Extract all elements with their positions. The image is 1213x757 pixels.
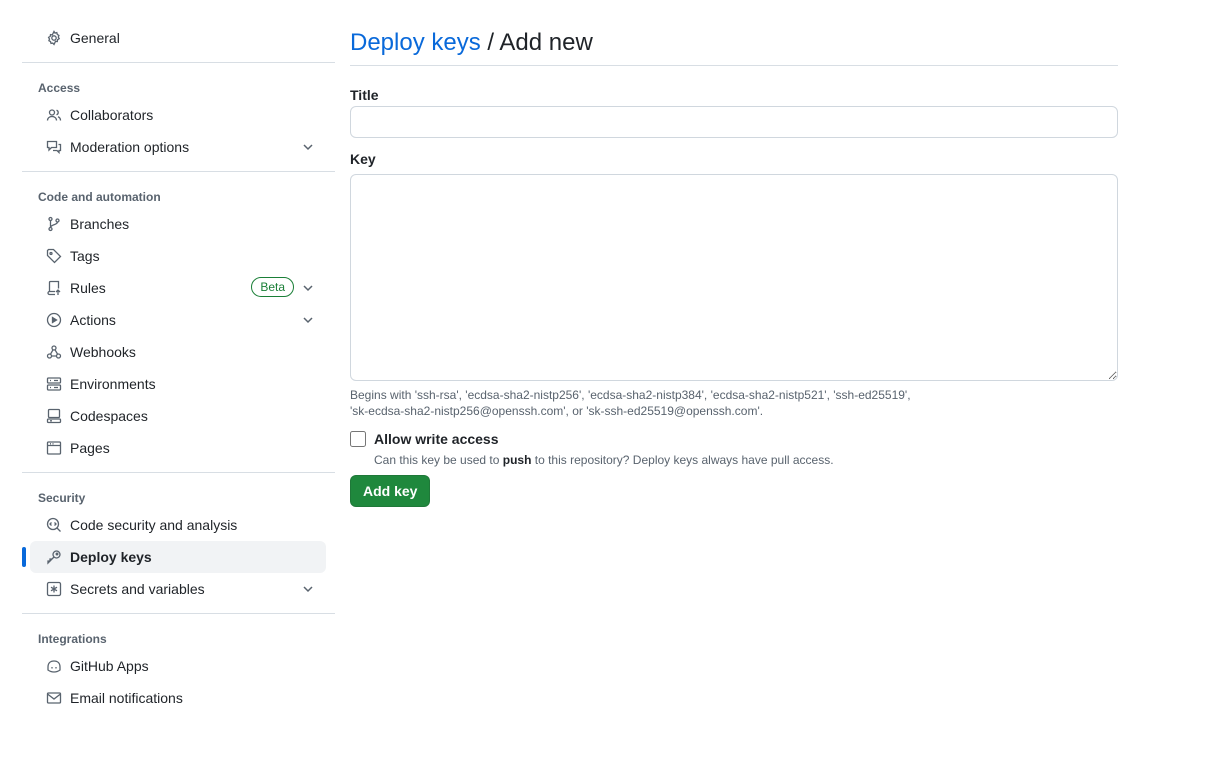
copilot-icon <box>46 658 62 674</box>
sidebar-item-collaborators[interactable]: Collaborators <box>30 99 326 131</box>
divider <box>22 472 335 473</box>
sidebar-item-tags[interactable]: Tags <box>30 240 326 272</box>
mail-icon <box>46 690 62 706</box>
chevron-down-icon[interactable] <box>300 312 316 328</box>
sidebar-item-label: GitHub Apps <box>70 658 149 674</box>
tag-icon <box>46 248 62 264</box>
gear-icon <box>46 30 62 46</box>
sidebar-item-label: Email notifications <box>70 690 183 706</box>
sidebar-item-label: General <box>70 30 120 46</box>
sidebar-item-code-security[interactable]: Code security and analysis <box>30 509 326 541</box>
chevron-down-icon[interactable] <box>300 280 316 296</box>
key-format-hint: Begins with 'ssh-rsa', 'ecdsa-sha2-nistp… <box>350 387 950 419</box>
key-textarea[interactable] <box>350 174 1118 381</box>
sidebar-item-label: Codespaces <box>70 408 148 424</box>
sidebar-item-label: Deploy keys <box>70 549 152 565</box>
breadcrumb-separator: / <box>480 29 500 56</box>
sidebar-item-label: Pages <box>70 440 110 456</box>
sidebar-item-moderation-options[interactable]: Moderation options <box>30 131 326 163</box>
sidebar-item-pages[interactable]: Pages <box>30 432 326 464</box>
sidebar-item-email-notifications[interactable]: Email notifications <box>30 682 326 714</box>
write-access-hint-bold: push <box>502 453 532 467</box>
section-heading-access: Access <box>38 81 81 95</box>
sidebar-item-environments[interactable]: Environments <box>30 368 326 400</box>
section-heading-security: Security <box>38 491 86 505</box>
sidebar-item-deploy-keys[interactable]: Deploy keys <box>22 541 326 573</box>
sidebar-item-label: Environments <box>70 376 156 392</box>
codespaces-icon <box>46 408 62 424</box>
sidebar-item-actions[interactable]: Actions <box>30 304 326 336</box>
write-access-checkbox[interactable] <box>350 431 366 447</box>
sidebar-item-github-apps[interactable]: GitHub Apps <box>30 650 326 682</box>
sidebar-item-branches[interactable]: Branches <box>30 208 326 240</box>
chevron-down-icon[interactable] <box>300 139 316 155</box>
page-title: Deploy keys / Add new <box>350 28 1118 66</box>
write-access-label[interactable]: Allow write access <box>374 431 499 447</box>
sidebar-item-rules[interactable]: Rules Beta <box>30 272 326 304</box>
repo-push-icon <box>46 280 62 296</box>
divider <box>22 62 335 63</box>
sidebar-item-label: Secrets and variables <box>70 581 205 597</box>
section-heading-integrations: Integrations <box>38 632 107 646</box>
main-content: Deploy keys / Add new Title Key Begins w… <box>350 28 1118 507</box>
breadcrumb-deploy-keys-link[interactable]: Deploy keys <box>350 29 481 56</box>
sidebar-item-codespaces[interactable]: Codespaces <box>30 400 326 432</box>
asterisk-icon <box>46 581 62 597</box>
browser-icon <box>46 440 62 456</box>
write-access-row: Allow write access <box>350 429 1118 449</box>
sidebar-item-webhooks[interactable]: Webhooks <box>30 336 326 368</box>
key-label: Key <box>350 151 376 167</box>
sidebar-item-label: Webhooks <box>70 344 136 360</box>
webhook-icon <box>46 344 62 360</box>
server-icon <box>46 376 62 392</box>
sidebar-item-secrets-variables[interactable]: Secrets and variables <box>30 573 326 605</box>
divider <box>22 171 335 172</box>
beta-badge: Beta <box>251 277 294 297</box>
sidebar-item-label: Actions <box>70 312 116 328</box>
divider <box>22 613 335 614</box>
section-heading-code-automation: Code and automation <box>38 190 161 204</box>
settings-sidebar: General Access Collaborators Moderation … <box>22 22 335 714</box>
title-input[interactable] <box>350 106 1118 138</box>
title-label: Title <box>350 87 379 103</box>
codescan-icon <box>46 517 62 533</box>
key-format-hint-line1: Begins with 'ssh-rsa', 'ecdsa-sha2-nistp… <box>350 388 911 402</box>
add-key-button[interactable]: Add key <box>350 475 431 507</box>
write-access-hint-post: to this repository? Deploy keys always h… <box>531 453 834 467</box>
sidebar-item-label: Collaborators <box>70 107 154 123</box>
sidebar-item-label: Moderation options <box>70 139 190 155</box>
write-access-hint: Can this key be used to push to this rep… <box>374 453 1118 467</box>
git-branch-icon <box>46 216 62 232</box>
comment-discussion-icon <box>46 139 62 155</box>
chevron-down-icon[interactable] <box>300 581 316 597</box>
sidebar-item-label: Tags <box>70 248 100 264</box>
write-access-hint-pre: Can this key be used to <box>374 453 503 467</box>
key-format-hint-line2: 'sk-ecdsa-sha2-nistp256@openssh.com', or… <box>350 404 764 418</box>
people-icon <box>46 107 62 123</box>
play-icon <box>46 312 62 328</box>
sidebar-item-label: Branches <box>70 216 130 232</box>
breadcrumb-current: Add new <box>499 29 593 56</box>
sidebar-item-general[interactable]: General <box>30 22 326 54</box>
sidebar-item-label: Code security and analysis <box>70 517 238 533</box>
sidebar-item-label: Rules <box>70 280 106 296</box>
key-icon <box>46 549 62 565</box>
